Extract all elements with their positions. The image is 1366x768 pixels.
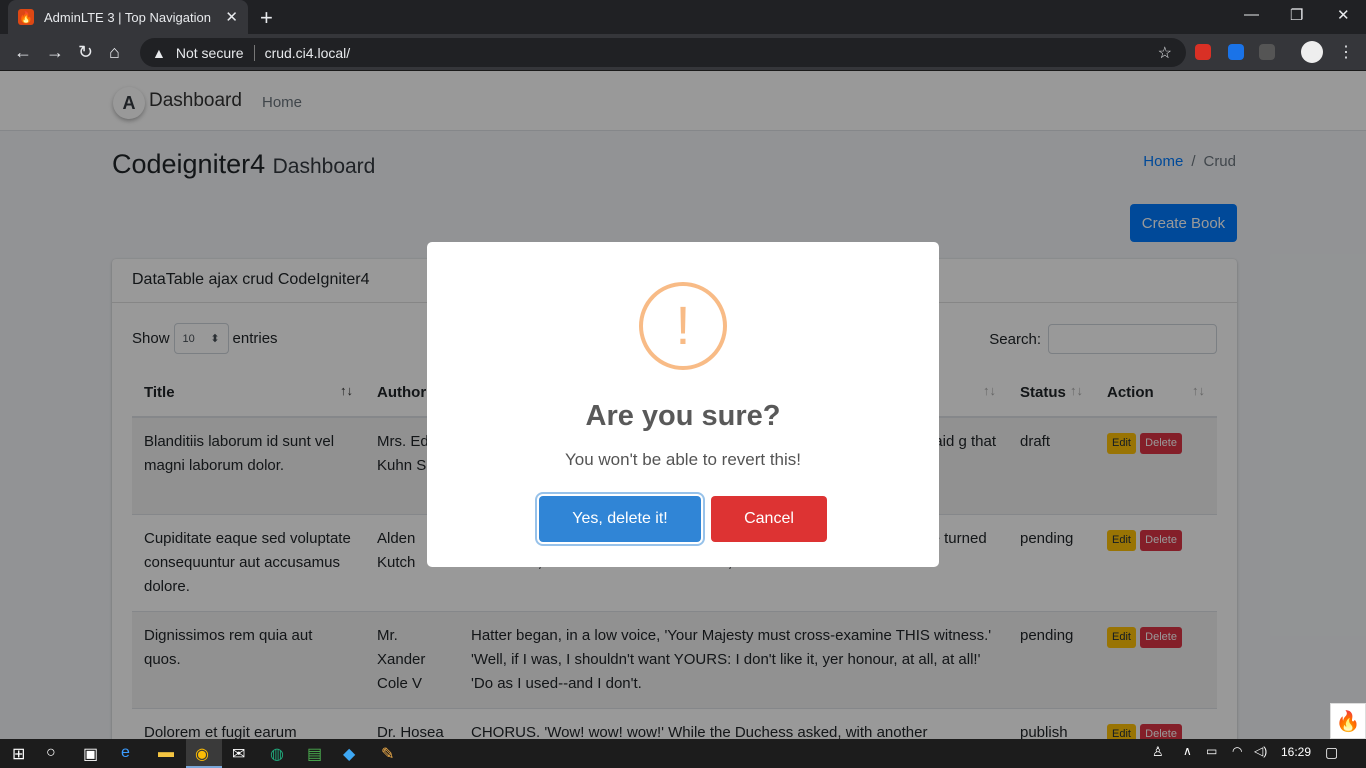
people-icon[interactable]: ♙: [1152, 744, 1164, 760]
paint-icon[interactable]: ✎: [381, 744, 394, 764]
chevron-up-icon[interactable]: ∧: [1183, 744, 1192, 758]
maximize-button[interactable]: ❐: [1290, 6, 1303, 24]
browser-tab-strip: 🔥 AdminLTE 3 | Top Navigation ✕ + — ❐ ✕: [0, 0, 1366, 34]
tab-close-icon[interactable]: ✕: [225, 8, 238, 26]
codeigniter-debug-toolbar-icon[interactable]: 🔥: [1330, 703, 1366, 739]
extension-translate-icon[interactable]: [1228, 44, 1244, 60]
browser-tab[interactable]: 🔥 AdminLTE 3 | Top Navigation ✕: [8, 0, 248, 34]
reload-icon[interactable]: ↻: [78, 42, 93, 63]
web-page: A Dashboard Home Codeigniter4 Dashboard …: [0, 71, 1366, 741]
warning-icon: !: [639, 282, 727, 370]
divider: [253, 44, 255, 61]
search-circle-icon[interactable]: ○: [46, 744, 56, 762]
security-label: Not secure: [175, 44, 244, 61]
menu-kebab-icon[interactable]: ⋮: [1338, 42, 1354, 62]
address-bar[interactable]: ▲ Not secure crud.ci4.local/ ☆: [140, 38, 1186, 67]
minimize-button[interactable]: —: [1244, 6, 1259, 23]
warning-icon: ▲: [152, 44, 166, 61]
browser-toolbar: ← → ↻ ⌂ ▲ Not secure crud.ci4.local/ ☆: [0, 34, 1366, 71]
back-icon[interactable]: ←: [14, 42, 32, 63]
chrome-icon[interactable]: ◉: [195, 744, 209, 764]
store-icon[interactable]: ▣: [83, 744, 98, 764]
extension-cast-icon[interactable]: [1259, 44, 1275, 60]
extension-stop-icon[interactable]: [1195, 44, 1211, 60]
notification-icon[interactable]: ▢: [1325, 744, 1338, 761]
forward-icon[interactable]: →: [46, 42, 64, 63]
windows-taskbar: ⊞ ○ ▣ e ▬ ◉ ✉ ◍ ▤ ◆ ✎ ♙ ∧ ▭ ◠ ◁) 16:29 ▢: [0, 739, 1366, 768]
app-icon[interactable]: ◍: [270, 744, 284, 764]
window-close-button[interactable]: ✕: [1337, 6, 1350, 24]
volume-icon[interactable]: ◁): [1254, 744, 1267, 758]
confirm-delete-button[interactable]: Yes, delete it!: [539, 496, 701, 542]
dialog-title: Are you sure?: [585, 400, 781, 432]
dialog-text: You won't be able to revert this!: [564, 450, 802, 469]
home-icon[interactable]: ⌂: [109, 42, 120, 63]
cancel-button[interactable]: Cancel: [711, 496, 827, 542]
url-text: crud.ci4.local/: [264, 44, 351, 61]
app-icon[interactable]: ▤: [307, 744, 322, 764]
edge-icon[interactable]: e: [121, 744, 130, 762]
battery-icon[interactable]: ▭: [1206, 744, 1217, 758]
windows-start-icon[interactable]: ⊞: [12, 744, 25, 764]
vscode-icon[interactable]: ◆: [343, 744, 355, 764]
file-explorer-icon[interactable]: ▬: [158, 744, 174, 762]
confirm-delete-dialog: ! Are you sure? You won't be able to rev…: [427, 242, 939, 567]
mail-icon[interactable]: ✉: [232, 744, 245, 764]
bookmark-star-icon[interactable]: ☆: [1158, 43, 1172, 63]
codeigniter-favicon-icon: 🔥: [18, 9, 34, 25]
wifi-icon[interactable]: ◠: [1232, 744, 1242, 758]
new-tab-button[interactable]: +: [260, 5, 273, 31]
profile-avatar[interactable]: [1301, 41, 1323, 63]
tab-title: AdminLTE 3 | Top Navigation: [44, 9, 211, 25]
clock[interactable]: 16:29: [1281, 745, 1311, 759]
